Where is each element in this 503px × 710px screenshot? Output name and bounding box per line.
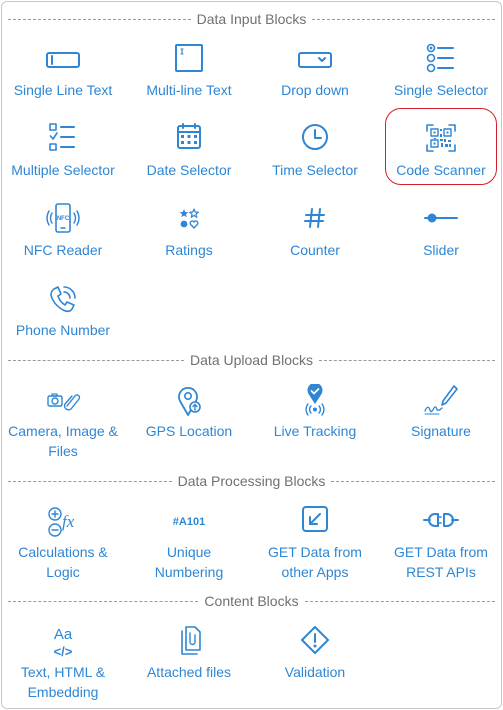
- block-slider[interactable]: Slider: [378, 203, 503, 261]
- block-get-data-other-apps[interactable]: GET Data from other Apps: [252, 505, 378, 582]
- text-html-icon-code: </>: [54, 644, 73, 659]
- section-title: Content Blocks: [204, 593, 299, 609]
- block-validation[interactable]: Validation: [252, 625, 378, 683]
- block-date-selector[interactable]: Date Selector: [126, 123, 252, 181]
- section-title: Data Upload Blocks: [190, 352, 313, 368]
- block-label: Multiple Selector: [11, 162, 115, 178]
- tracking-pin-icon: [295, 384, 335, 418]
- block-counter[interactable]: Counter: [252, 203, 378, 261]
- block-unique-numbering[interactable]: #A101 Unique Numbering: [126, 505, 252, 582]
- calculator-fx-icon: fx: [43, 505, 83, 539]
- label-line: Files: [48, 442, 78, 459]
- block-label: Calculations & Logic: [0, 543, 126, 582]
- hash-icon: [295, 203, 335, 237]
- block-multiple-selector[interactable]: Multiple Selector: [0, 123, 126, 181]
- block-text-html-embedding[interactable]: Aa </> Text, HTML & Embedding: [0, 625, 126, 702]
- numbering-icon: #A101: [169, 505, 209, 539]
- block-label: Single Selector: [393, 82, 489, 98]
- block-label: Drop down: [281, 82, 349, 98]
- block-multi-line-text[interactable]: Multi-line Text: [126, 43, 252, 101]
- block-label: Counter: [290, 242, 340, 258]
- label-line: REST APIs: [406, 563, 476, 580]
- label-line: Logic: [46, 563, 80, 580]
- text-field-icon: [43, 43, 83, 77]
- block-label: Time Selector: [272, 162, 358, 178]
- block-calculations-logic[interactable]: fx Calculations & Logic: [0, 505, 126, 582]
- block-single-line-text[interactable]: Single Line Text: [0, 43, 126, 101]
- camera-clip-icon: [43, 384, 83, 418]
- label-line: Text, HTML &: [20, 664, 106, 680]
- files-icon: [169, 625, 209, 659]
- label-line: other Apps: [281, 563, 349, 580]
- svg-text:fx: fx: [62, 512, 75, 531]
- label-line: Unique: [166, 544, 212, 560]
- radio-list-icon: [421, 43, 461, 77]
- block-label: Date Selector: [146, 162, 232, 178]
- phone-icon: [43, 283, 83, 317]
- text-html-icon-aa: Aa: [54, 626, 73, 643]
- block-signature[interactable]: Signature: [378, 384, 503, 442]
- section-header-data-upload: Data Upload Blocks: [8, 351, 496, 369]
- clock-icon: [295, 123, 335, 157]
- block-ratings[interactable]: Ratings: [126, 203, 252, 261]
- block-label: Multi-line Text: [146, 82, 232, 98]
- plug-connector-icon: [421, 505, 461, 539]
- calendar-icon: [169, 123, 209, 157]
- label-line: GET Data from: [268, 544, 362, 560]
- block-attached-files[interactable]: Attached files: [126, 625, 252, 683]
- svg-text:NFC: NFC: [57, 216, 70, 222]
- block-label: Validation: [284, 664, 346, 680]
- checklist-icon: [43, 123, 83, 157]
- block-time-selector[interactable]: Time Selector: [252, 123, 378, 181]
- slider-icon: [421, 203, 461, 237]
- dropdown-icon: [295, 43, 335, 77]
- label-line: Calculations &: [18, 544, 108, 560]
- block-label: Unique Numbering: [126, 543, 252, 582]
- section-title: Data Input Blocks: [196, 11, 307, 27]
- block-phone-number[interactable]: Phone Number: [0, 283, 126, 341]
- label-line: GET Data from: [394, 544, 488, 560]
- block-label: GPS Location: [145, 423, 233, 439]
- section-header-content: Content Blocks: [8, 592, 496, 610]
- block-label: GET Data from other Apps: [252, 543, 378, 582]
- ratings-icon: [169, 203, 209, 237]
- block-label: Camera, Image & Files: [0, 422, 126, 461]
- block-drop-down[interactable]: Drop down: [252, 43, 378, 101]
- block-camera-image-files[interactable]: Camera, Image & Files: [0, 384, 126, 461]
- section-header-data-input: Data Input Blocks: [8, 10, 496, 28]
- block-label: Slider: [423, 242, 459, 258]
- label-line: Numbering: [154, 563, 224, 580]
- text-html-icon: Aa </>: [43, 625, 83, 659]
- warning-diamond-icon: [295, 625, 335, 659]
- block-live-tracking[interactable]: Live Tracking: [252, 384, 378, 442]
- block-label: Single Line Text: [13, 82, 113, 98]
- block-label: Live Tracking: [273, 423, 357, 439]
- block-label: Signature: [411, 423, 471, 439]
- label-line: Embedding: [27, 683, 99, 700]
- section-title: Data Processing Blocks: [177, 473, 326, 489]
- block-label: GET Data from REST APIs: [378, 543, 503, 582]
- block-get-data-rest-apis[interactable]: GET Data from REST APIs: [378, 505, 503, 582]
- pen-signature-icon: [421, 384, 461, 418]
- map-pin-icon: [169, 384, 209, 418]
- qr-code-icon: [421, 123, 461, 157]
- block-label: Text, HTML & Embedding: [0, 663, 126, 702]
- block-label: NFC Reader: [23, 242, 103, 258]
- text-area-icon: [169, 43, 209, 77]
- label-line: Camera, Image &: [8, 423, 118, 439]
- block-label: Code Scanner: [396, 162, 486, 178]
- block-single-selector[interactable]: Single Selector: [378, 43, 503, 101]
- section-header-data-processing: Data Processing Blocks: [8, 472, 495, 490]
- block-gps-location[interactable]: GPS Location: [126, 384, 252, 442]
- block-nfc-reader[interactable]: NFC NFC Reader: [0, 203, 126, 261]
- block-label: Attached files: [146, 664, 232, 680]
- nfc-phone-icon: NFC: [43, 203, 83, 237]
- block-label: Ratings: [165, 242, 213, 258]
- block-code-scanner[interactable]: Code Scanner: [378, 123, 503, 181]
- numbering-icon-text: #A101: [173, 516, 205, 528]
- import-arrow-icon: [295, 505, 335, 539]
- block-label: Phone Number: [15, 322, 111, 338]
